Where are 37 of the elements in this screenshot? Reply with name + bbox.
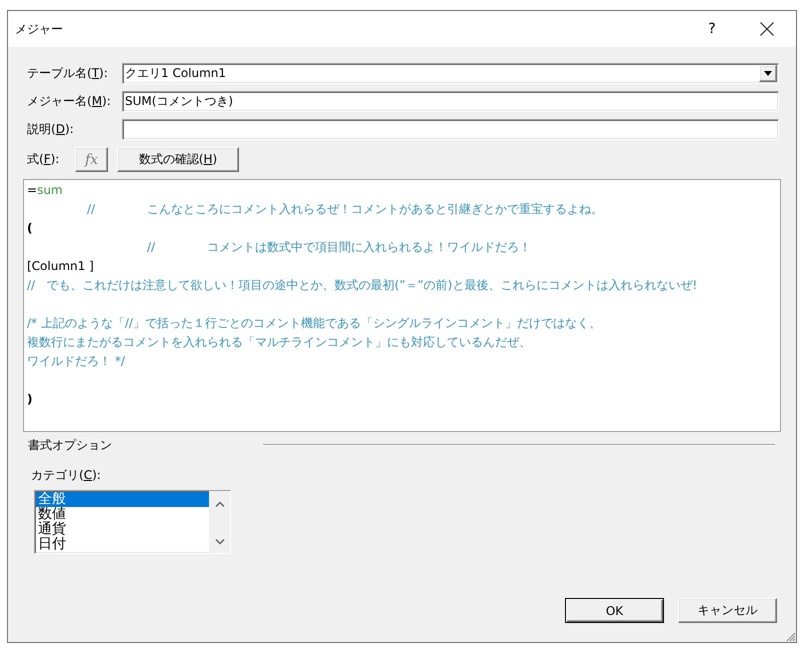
list-item[interactable]: 通貨 bbox=[36, 522, 209, 537]
code-line: =sum bbox=[27, 182, 64, 199]
field-label: メジャー名(M): bbox=[27, 93, 112, 110]
field-label: 説明(D): bbox=[27, 121, 75, 138]
list-item[interactable]: 数値 bbox=[36, 507, 209, 522]
code-line: // こんなところにコメント入れらるぜ！コメントがあると引継ぎとかで重宝するよね。 bbox=[86, 201, 604, 218]
caret-down-icon[interactable] bbox=[764, 71, 772, 76]
section-title: 書式オプション bbox=[27, 436, 112, 454]
code-line: [Column1 ] bbox=[27, 258, 95, 275]
category-listbox[interactable]: 全般 数値 通貨 日付 bbox=[34, 490, 231, 554]
code-line: 複数行にまたがるコメントを入れられる「マルチラインコメント」にも対応しているんだぜ、 bbox=[27, 334, 532, 351]
formula-label: 式(F): bbox=[27, 151, 60, 168]
list-item[interactable]: 日付 bbox=[36, 537, 209, 552]
resize-grip-icon[interactable] bbox=[784, 630, 796, 642]
code-line: // でも、これだけは注意して欲しい！項目の途中とか、数式の最初(”＝”の前)と最後、これらにコメントは入れられないぜ! bbox=[27, 277, 698, 294]
chevron-down-icon[interactable] bbox=[214, 539, 224, 545]
code-line: ( bbox=[27, 220, 34, 237]
category-label: カテゴリ(C): bbox=[31, 467, 101, 483]
close-icon[interactable] bbox=[760, 22, 774, 36]
insert-function-button[interactable]: fx bbox=[75, 147, 108, 172]
field-label: テーブル名(T): bbox=[27, 65, 109, 82]
table-name-combobox[interactable]: クエリ1 Column1 bbox=[122, 63, 779, 84]
dropdown-button[interactable] bbox=[759, 65, 777, 82]
code-line: /* 上記のような「//」で括った１行ごとのコメント機能である「シングルラインコメント」だけではなく、 bbox=[27, 315, 602, 332]
code-line: // コメントは数式中で項目間に入れられるよ！ワイルドだろ！ bbox=[146, 239, 532, 256]
chevron-up-icon[interactable] bbox=[214, 501, 224, 507]
help-button[interactable]: ? bbox=[702, 21, 722, 37]
formula-editor[interactable] bbox=[23, 179, 781, 432]
code-line: ) bbox=[27, 391, 34, 408]
window-title: メジャー bbox=[15, 20, 64, 38]
text-field[interactable]: SUM(コメントつき) bbox=[122, 91, 779, 112]
list-item[interactable]: 全般 bbox=[36, 492, 209, 507]
text-field[interactable] bbox=[122, 119, 779, 140]
check-formula-button[interactable]: 数式の確認(H) bbox=[117, 147, 239, 172]
code-line: ワイルドだろ！ */ bbox=[27, 353, 126, 370]
dialog-button[interactable]: OK bbox=[565, 598, 664, 623]
dialog-button[interactable]: キャンセル bbox=[678, 598, 777, 623]
